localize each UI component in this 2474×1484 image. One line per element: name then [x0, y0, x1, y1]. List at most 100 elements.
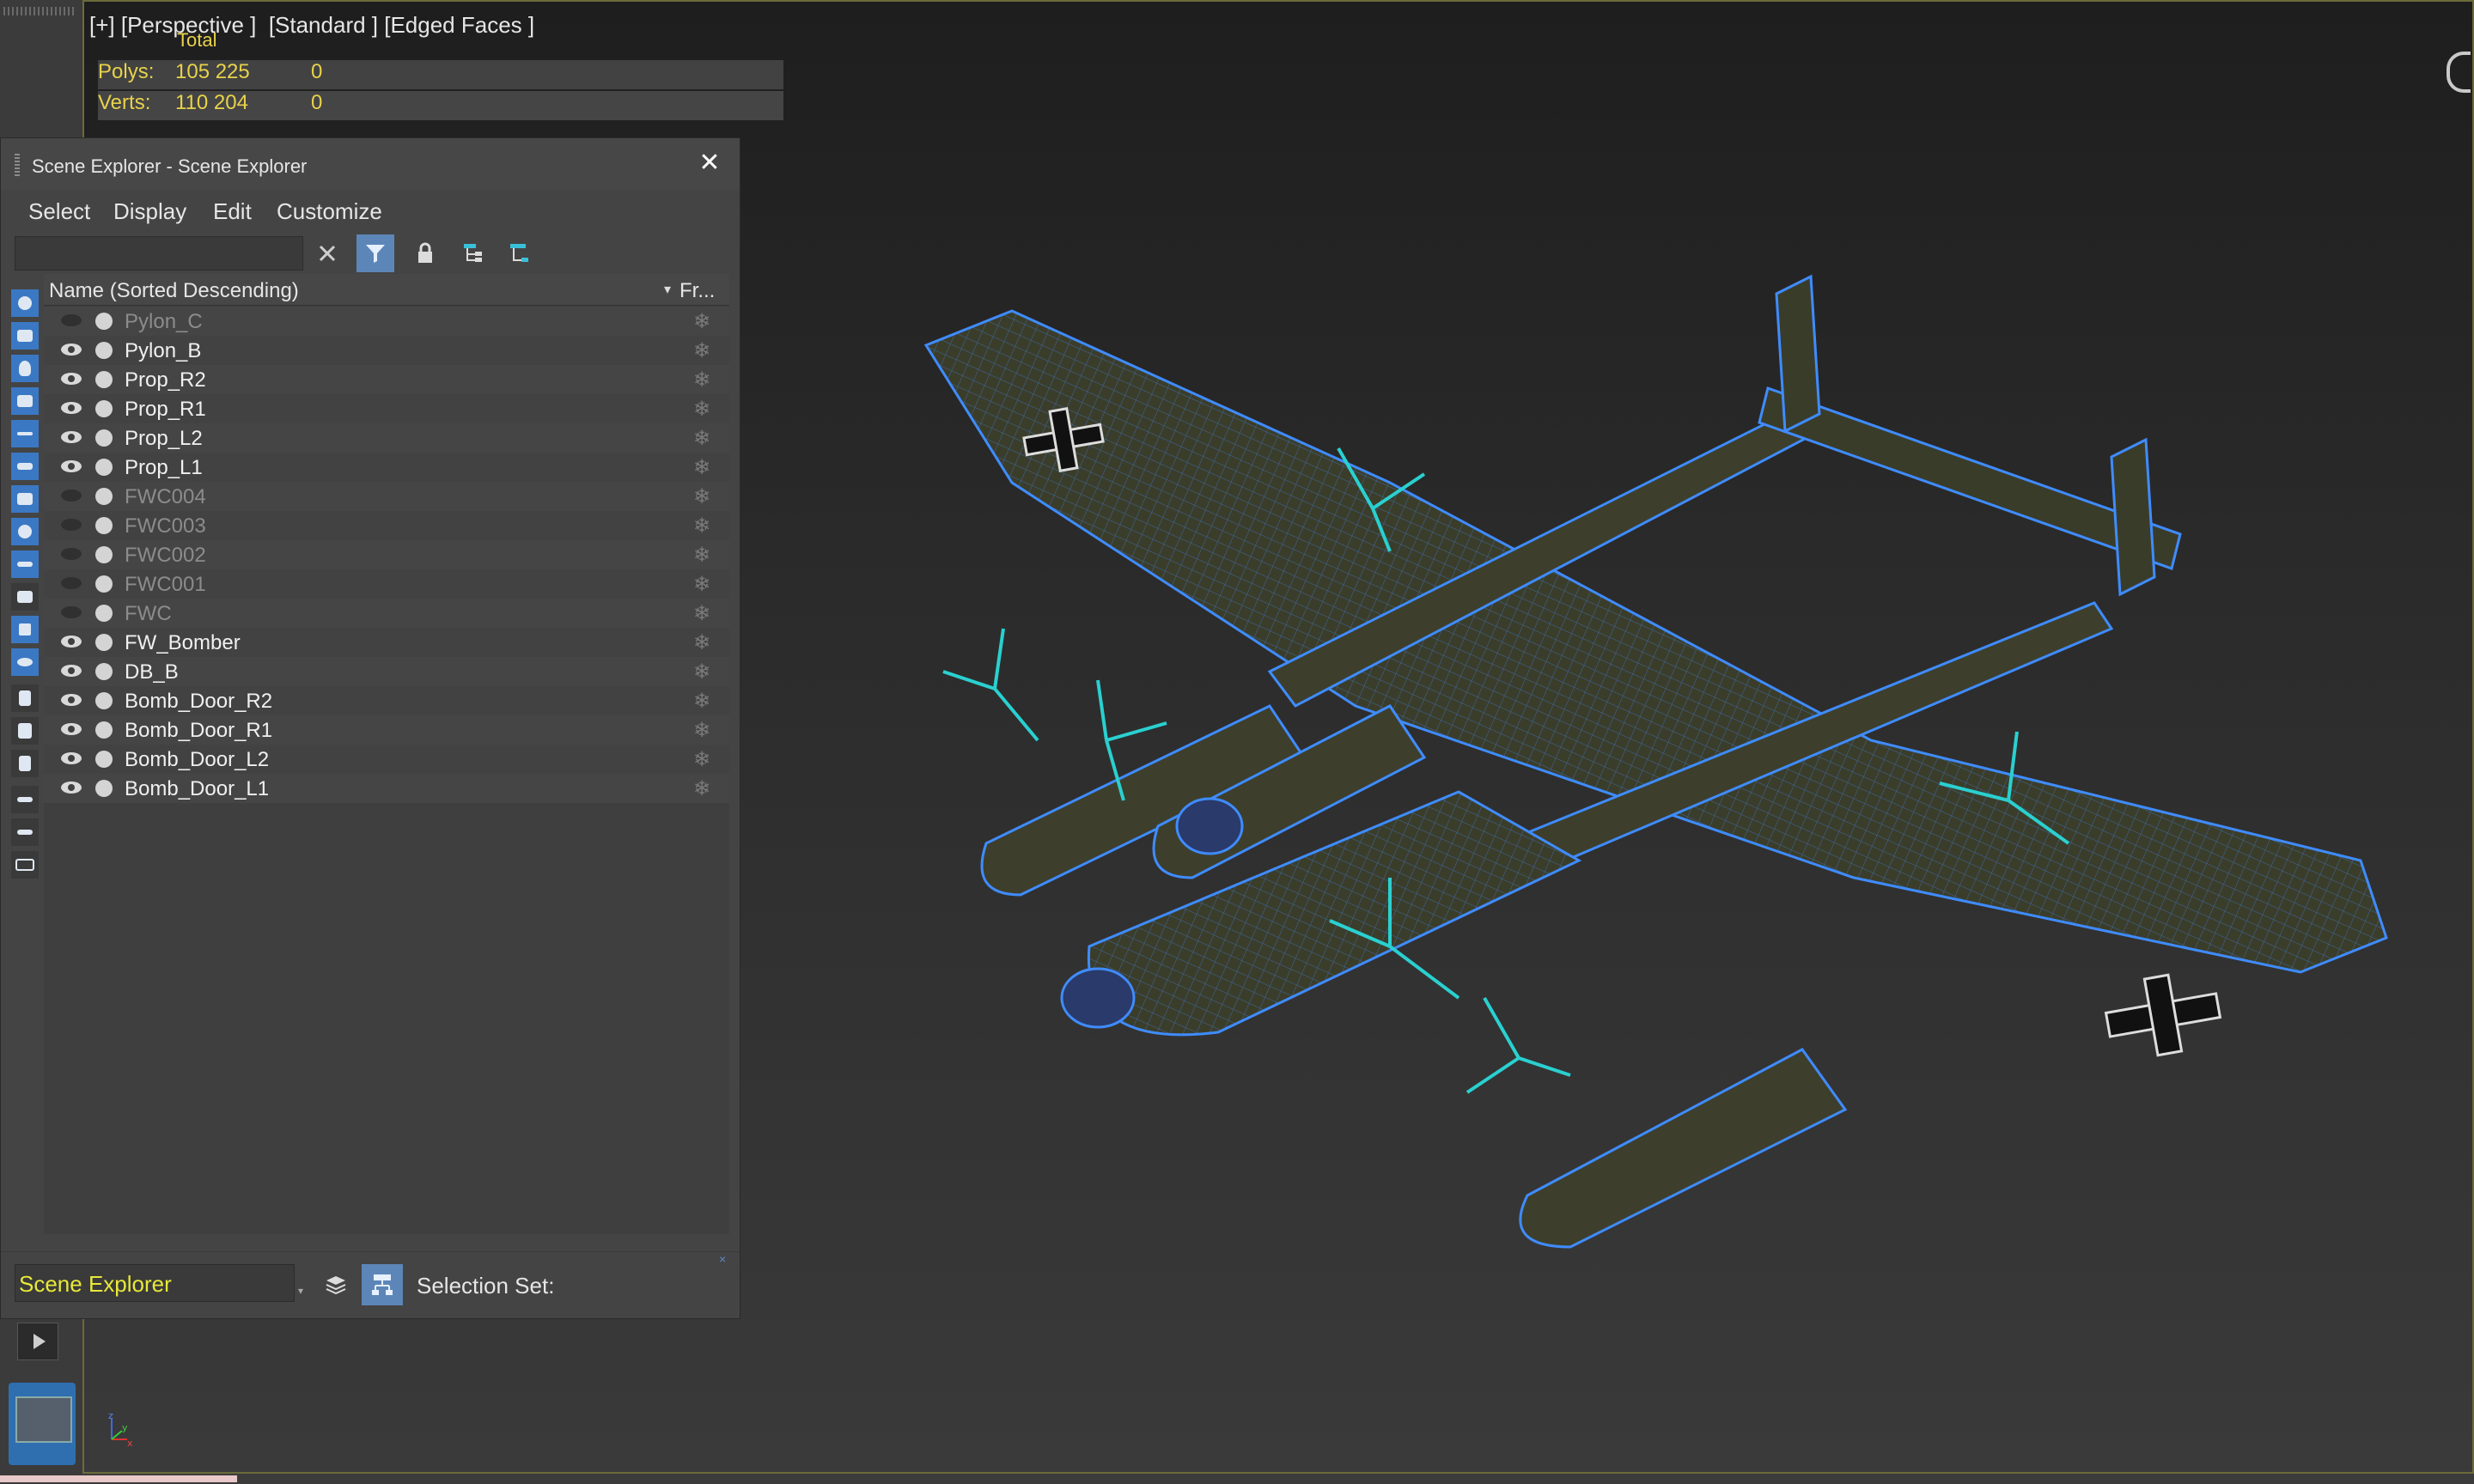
tree-row[interactable]: Bomb_Door_R1 ❄ [44, 715, 729, 745]
tree-column-header[interactable]: Name (Sorted Descending) ▾ Fr... [44, 274, 729, 306]
visibility-eye-icon[interactable] [61, 402, 82, 414]
bomber-wireframe-model[interactable] [909, 259, 2455, 1290]
freeze-toggle-icon[interactable]: ❄ [693, 543, 710, 568]
freeze-toggle-icon[interactable]: ❄ [693, 338, 710, 363]
tree-row[interactable]: DB_B ❄ [44, 657, 729, 686]
lock-button[interactable] [406, 234, 444, 272]
freeze-toggle-icon[interactable]: ❄ [693, 572, 710, 597]
explorer-name-dropdown[interactable]: Scene Explorer [15, 1264, 295, 1302]
viewport-label-menu[interactable]: [+] [Perspective ] [Standard ] [Edged Fa… [89, 12, 534, 39]
object-name[interactable]: FWC001 [125, 573, 206, 597]
object-name[interactable]: FWC002 [125, 544, 206, 568]
visibility-eye-icon[interactable] [61, 344, 82, 356]
close-icon[interactable]: ✕ [695, 149, 724, 178]
object-name[interactable]: Prop_R1 [125, 398, 206, 422]
tree-row[interactable]: Bomb_Door_L2 ❄ [44, 745, 729, 774]
tree-row[interactable]: Prop_L1 ❄ [44, 453, 729, 482]
bone-filter-icon[interactable] [11, 550, 39, 578]
object-name[interactable]: FWC [125, 602, 172, 626]
camera-filter-icon[interactable] [11, 387, 39, 415]
tree-row[interactable]: Bomb_Door_R2 ❄ [44, 686, 729, 715]
hierarchy-expand-button[interactable] [454, 234, 492, 272]
find-icon[interactable] [11, 851, 39, 879]
object-name[interactable]: Bomb_Door_R2 [125, 690, 272, 714]
object-name[interactable]: FWC004 [125, 485, 206, 509]
menu-edit[interactable]: Edit [213, 198, 252, 225]
tree-row[interactable]: FW_Bomber ❄ [44, 628, 729, 657]
search-input[interactable] [15, 236, 303, 271]
tree-row[interactable]: Bomb_Door_L1 ❄ [44, 774, 729, 803]
menu-display[interactable]: Display [113, 198, 186, 225]
tree-row[interactable]: Prop_R1 ❄ [44, 394, 729, 423]
visibility-eye-icon[interactable] [61, 490, 82, 502]
visibility-eye-icon[interactable] [61, 431, 82, 443]
object-name[interactable]: Prop_R2 [125, 368, 206, 392]
tree-row[interactable]: FWC003 ❄ [44, 511, 729, 540]
visibility-eye-icon[interactable] [61, 519, 82, 531]
freeze-toggle-icon[interactable]: ❄ [693, 514, 710, 538]
strip-grip[interactable] [3, 7, 74, 15]
hierarchy-mode-button[interactable] [362, 1264, 403, 1305]
visibility-eye-icon[interactable] [61, 548, 82, 560]
freeze-toggle-icon[interactable]: ❄ [693, 776, 710, 801]
object-name[interactable]: DB_B [125, 660, 179, 684]
freeze-toggle-icon[interactable]: ❄ [693, 660, 710, 684]
xref-filter-icon[interactable] [11, 518, 39, 545]
visibility-eye-icon[interactable] [61, 577, 82, 589]
visibility-eye-icon[interactable] [61, 636, 82, 648]
display-none-icon[interactable] [11, 717, 39, 745]
tree-row[interactable]: Prop_R2 ❄ [44, 365, 729, 394]
visibility-eye-icon[interactable] [61, 606, 82, 618]
object-name[interactable]: FWC003 [125, 514, 206, 538]
tree-row[interactable]: Prop_L2 ❄ [44, 423, 729, 453]
light-filter-icon[interactable] [11, 355, 39, 382]
freeze-toggle-icon[interactable]: ❄ [693, 601, 710, 626]
frozen-filter-icon[interactable] [11, 616, 39, 643]
tree-row[interactable]: Pylon_C ❄ [44, 307, 729, 336]
filter-toggle-button[interactable] [356, 234, 394, 272]
hidden-filter-icon[interactable] [11, 648, 39, 676]
spacewarp-filter-icon[interactable] [11, 453, 39, 480]
object-name[interactable]: Bomb_Door_L1 [125, 777, 269, 801]
viewport-thumbnail-button[interactable] [9, 1383, 76, 1465]
freeze-toggle-icon[interactable]: ❄ [693, 689, 710, 714]
visibility-eye-icon[interactable] [61, 373, 82, 385]
freeze-toggle-icon[interactable]: ❄ [693, 718, 710, 743]
visibility-eye-icon[interactable] [61, 460, 82, 472]
invert-display-icon[interactable] [11, 750, 39, 777]
object-name[interactable]: Prop_L2 [125, 427, 203, 451]
display-all-icon[interactable] [11, 684, 39, 712]
dropdown-arrow-icon[interactable]: ▾ [298, 1285, 303, 1297]
mini-close-icon[interactable]: × [719, 1252, 726, 1266]
freeze-toggle-icon[interactable]: ❄ [693, 397, 710, 422]
container-filter-icon[interactable] [11, 583, 39, 611]
freeze-toggle-icon[interactable]: ❄ [693, 630, 710, 655]
clear-search-button[interactable] [308, 234, 346, 272]
tree-row[interactable]: Pylon_B ❄ [44, 336, 729, 365]
tree-row[interactable]: FWC001 ❄ [44, 569, 729, 599]
freeze-toggle-icon[interactable]: ❄ [693, 747, 710, 772]
expand-arrow-button[interactable] [17, 1323, 58, 1360]
object-name[interactable]: Pylon_B [125, 339, 201, 363]
hierarchy-collapse-button[interactable] [501, 234, 539, 272]
layers-button[interactable] [315, 1264, 356, 1305]
visibility-eye-icon[interactable] [61, 665, 82, 677]
helper-filter-icon[interactable] [11, 420, 39, 447]
tree-row[interactable]: FWC004 ❄ [44, 482, 729, 511]
column-name-header[interactable]: Name (Sorted Descending) [49, 279, 299, 303]
tree-row[interactable]: FWC002 ❄ [44, 540, 729, 569]
tree-row[interactable]: FWC ❄ [44, 599, 729, 628]
visibility-eye-icon[interactable] [61, 723, 82, 735]
menu-customize[interactable]: Customize [277, 198, 382, 225]
freeze-toggle-icon[interactable]: ❄ [693, 484, 710, 509]
freeze-toggle-icon[interactable]: ❄ [693, 426, 710, 451]
freeze-toggle-icon[interactable]: ❄ [693, 309, 710, 334]
menu-select[interactable]: Select [28, 198, 90, 225]
visibility-eye-icon[interactable] [61, 314, 82, 326]
visibility-eye-icon[interactable] [61, 752, 82, 764]
advanced-filter-icon[interactable] [11, 818, 39, 846]
filter-settings-icon[interactable] [11, 786, 39, 813]
column-frozen-header[interactable]: Fr... [679, 279, 715, 303]
scene-explorer-titlebar[interactable]: Scene Explorer - Scene Explorer ✕ [1, 138, 740, 190]
freeze-toggle-icon[interactable]: ❄ [693, 455, 710, 480]
